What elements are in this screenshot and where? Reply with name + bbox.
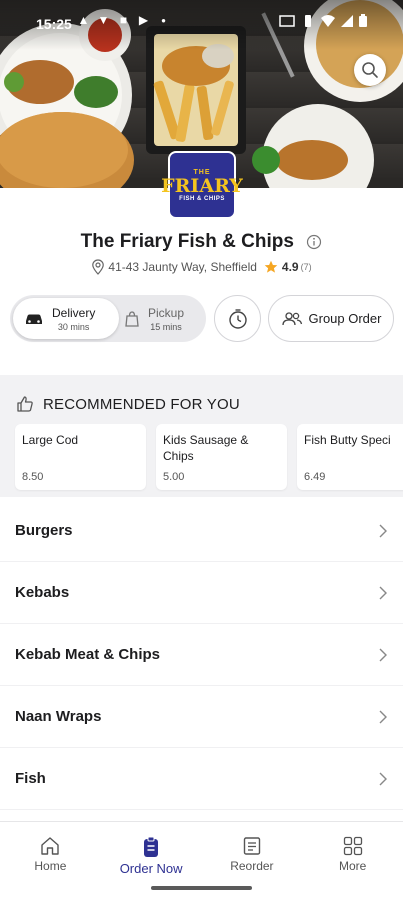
star-icon <box>264 260 278 273</box>
category-label: Kebabs <box>15 584 70 601</box>
vibrate-icon <box>305 14 311 27</box>
delivery-time: 30 mins <box>57 321 90 332</box>
category-row-fish[interactable]: Fish <box>0 748 403 810</box>
order-icon <box>144 836 159 857</box>
notification-icon: ▶ <box>138 13 149 27</box>
item-price: 6.49 <box>304 471 326 483</box>
search-icon <box>362 62 378 78</box>
category-label: Naan Wraps <box>15 708 102 725</box>
recommended-header: RECOMMENDED FOR YOU <box>16 395 240 413</box>
receipt-icon <box>243 837 261 855</box>
pickup-label: Pickup <box>148 305 185 320</box>
logo-main-text: FRIARY <box>161 174 243 197</box>
order-mode-row: Delivery 30 mins Pickup 15 mins Group Or… <box>10 295 400 343</box>
notification-icon: ▼ <box>97 13 110 27</box>
restaurant-logo: THE FRIARY FISH & CHIPS <box>161 151 243 219</box>
category-row-naan-wraps[interactable]: Naan Wraps <box>0 686 403 748</box>
notification-icon: ■ <box>119 13 128 27</box>
group-order-button[interactable]: Group Order <box>268 295 394 342</box>
recommended-item-card[interactable]: Kids Sausage & Chips 5.00 <box>156 424 287 490</box>
status-time: 15:25 <box>36 16 72 32</box>
category-label: Burgers <box>15 522 73 539</box>
nav-more[interactable]: More <box>302 822 403 877</box>
nav-more-label: More <box>338 859 367 873</box>
nav-reorder[interactable]: Reorder <box>202 822 303 877</box>
battery-icon <box>359 14 367 27</box>
shopping-bag-icon <box>125 310 139 327</box>
restaurant-address: 41-43 Jaunty Way, Sheffield <box>108 260 257 274</box>
nav-home-label: Home <box>34 859 67 873</box>
rating-count: (7) <box>300 262 312 272</box>
chevron-right-icon <box>379 524 387 537</box>
item-name: Fish Butty Speci <box>304 433 391 447</box>
logo-sub-text: FISH & CHIPS <box>179 195 225 202</box>
item-price: 5.00 <box>163 471 185 483</box>
status-bar: 15:25 ▲ ▼ ■ ▶ ● <box>0 0 403 50</box>
category-row-kebab-meat-chips[interactable]: Kebab Meat & Chips <box>0 624 403 686</box>
car-icon <box>26 314 42 324</box>
group-order-label: Group Order <box>308 311 382 326</box>
delivery-option[interactable]: Delivery 30 mins <box>13 298 119 339</box>
item-name: Kids Sausage & Chips <box>163 433 249 463</box>
recommended-item-card[interactable]: Fish Butty Speci 6.49 <box>297 424 403 490</box>
notification-icon: ▲ <box>77 13 90 27</box>
chevron-right-icon <box>379 586 387 599</box>
category-row-kebabs[interactable]: Kebabs <box>0 562 403 624</box>
item-price: 8.50 <box>22 471 44 483</box>
restaurant-name: The Friary Fish & Chips <box>80 231 294 252</box>
nav-order-now[interactable]: Order Now <box>101 822 202 877</box>
search-button[interactable] <box>354 54 386 86</box>
category-label: Fish <box>15 770 46 787</box>
thumbs-up-icon <box>17 396 33 412</box>
address-row: 41-43 Jaunty Way, Sheffield 4.9 (7) <box>0 259 403 275</box>
home-icon <box>41 837 60 855</box>
recommended-section: RECOMMENDED FOR YOU Large Cod 8.50 Kids … <box>0 375 403 497</box>
group-icon <box>281 311 302 325</box>
gesture-bar <box>0 877 403 900</box>
timer-icon <box>228 308 247 329</box>
chevron-right-icon <box>379 772 387 785</box>
location-pin-icon <box>92 259 105 275</box>
grid-icon <box>343 836 362 856</box>
recommended-heading: RECOMMENDED FOR YOU <box>43 395 240 413</box>
home-indicator[interactable] <box>151 886 252 890</box>
cast-icon <box>279 14 295 27</box>
bottom-navigation: Home Order Now Reorder More <box>0 821 403 877</box>
wifi-icon <box>321 14 335 27</box>
category-row-burgers[interactable]: Burgers <box>0 500 403 562</box>
delivery-label: Delivery <box>52 305 96 320</box>
category-label: Kebab Meat & Chips <box>15 646 161 663</box>
recommended-list: Large Cod 8.50 Kids Sausage & Chips 5.00… <box>15 424 403 490</box>
item-name: Large Cod <box>22 433 79 447</box>
dot-icon: ● <box>161 16 166 25</box>
rating-value: 4.9 <box>281 260 299 274</box>
pickup-option[interactable]: Pickup 15 mins <box>122 298 204 339</box>
nav-order-now-label: Order Now <box>119 861 183 876</box>
restaurant-title-row: The Friary Fish & Chips <box>0 231 403 253</box>
signal-icon <box>341 14 353 27</box>
recommended-item-card[interactable]: Large Cod 8.50 <box>15 424 146 490</box>
menu-category-list: Burgers Kebabs Kebab Meat & Chips Naan W… <box>0 500 403 810</box>
pickup-time: 15 mins <box>150 321 182 332</box>
nav-reorder-label: Reorder <box>230 859 274 873</box>
schedule-button[interactable] <box>214 295 261 342</box>
info-icon[interactable] <box>306 234 322 250</box>
chevron-right-icon <box>379 648 387 661</box>
delivery-pickup-toggle: Delivery 30 mins Pickup 15 mins <box>10 295 206 342</box>
nav-home[interactable]: Home <box>0 822 101 877</box>
chevron-right-icon <box>379 710 387 723</box>
